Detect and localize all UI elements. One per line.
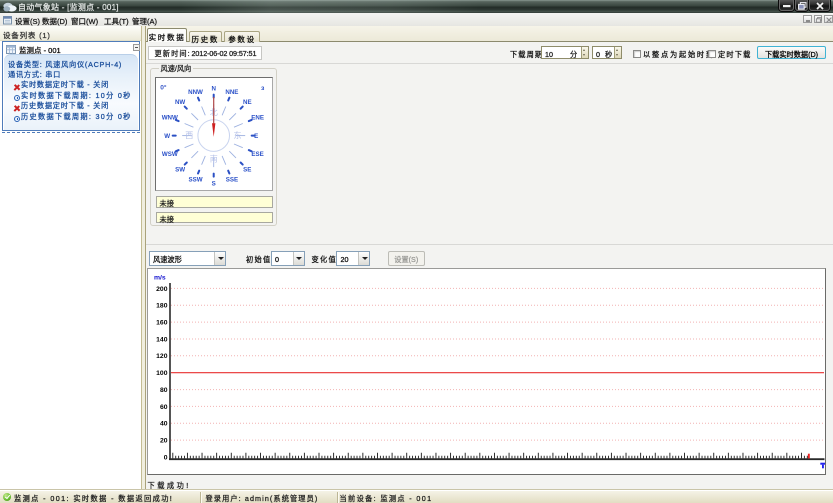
svg-text:m/s: m/s <box>154 275 166 282</box>
svg-text:SW: SW <box>175 166 185 173</box>
svg-text:W: W <box>164 132 170 139</box>
svg-text:180: 180 <box>156 303 168 310</box>
svg-text:100: 100 <box>156 370 168 377</box>
svg-text:20: 20 <box>160 438 168 445</box>
svg-text:80: 80 <box>160 387 168 394</box>
svg-text:SE: SE <box>243 166 251 173</box>
svg-text:0: 0 <box>164 454 168 461</box>
svg-text:40: 40 <box>160 421 168 428</box>
svg-text:南: 南 <box>210 153 218 163</box>
svg-text:200: 200 <box>156 286 168 293</box>
svg-text:N: N <box>211 85 216 92</box>
svg-text:ENE: ENE <box>251 114 264 121</box>
svg-text:0°: 0° <box>160 83 167 91</box>
svg-text:SSW: SSW <box>188 176 202 183</box>
svg-text:西: 西 <box>185 130 193 139</box>
svg-text:60: 60 <box>160 404 168 411</box>
svg-text:NNW: NNW <box>188 88 203 95</box>
svg-text:WNW: WNW <box>162 114 178 121</box>
svg-text:NW: NW <box>175 99 185 106</box>
svg-text:140: 140 <box>156 336 168 343</box>
svg-text:120: 120 <box>156 353 168 360</box>
svg-text:SSE: SSE <box>226 176 238 183</box>
svg-text:NNE: NNE <box>225 88 238 95</box>
svg-text:S: S <box>212 180 216 187</box>
svg-text:160: 160 <box>156 320 168 327</box>
svg-text:WSW: WSW <box>162 151 178 158</box>
svg-text:з: з <box>261 85 265 92</box>
svg-text:NE: NE <box>243 99 252 106</box>
svg-text:东: 东 <box>234 129 242 139</box>
svg-text:ESE: ESE <box>251 151 263 158</box>
svg-text:E: E <box>254 132 258 139</box>
